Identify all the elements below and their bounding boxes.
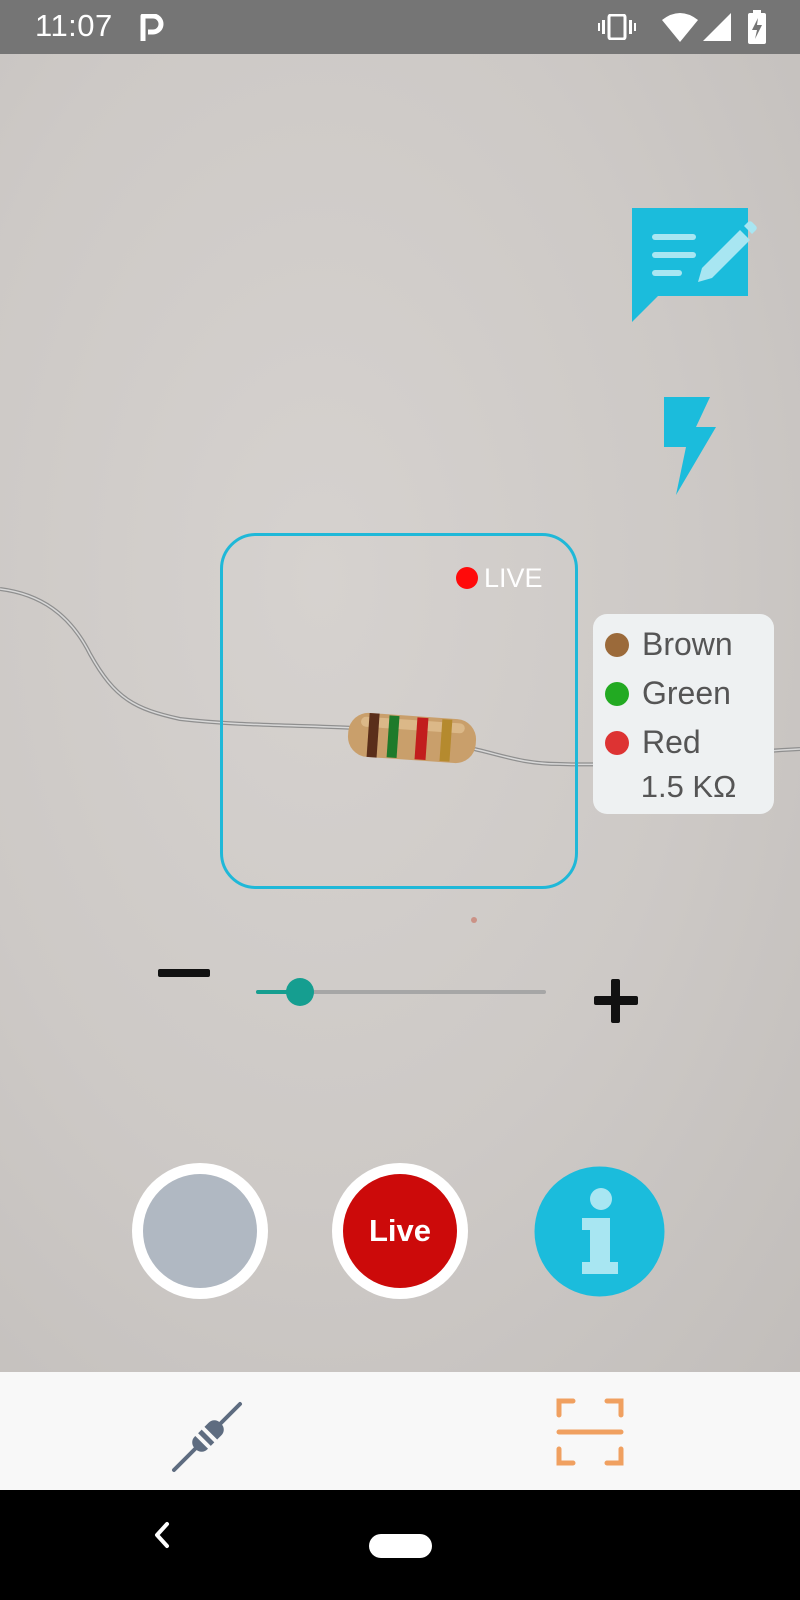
band-name: Red xyxy=(642,724,701,760)
system-nav-bar xyxy=(0,1490,800,1600)
wifi-icon xyxy=(662,13,698,42)
scan-frame-icon xyxy=(556,1398,624,1466)
battery-charging-icon xyxy=(748,10,766,44)
flash-icon xyxy=(664,397,716,495)
resistance-value: 1.5 KΩ xyxy=(640,769,737,804)
band-row: Brown xyxy=(593,620,774,669)
live-indicator: LIVE xyxy=(456,561,543,595)
vibrate-icon xyxy=(598,14,636,40)
home-pill[interactable] xyxy=(369,1534,432,1558)
band-color-dot xyxy=(605,681,629,706)
flash-button[interactable] xyxy=(660,397,720,495)
nav-scan-tab[interactable] xyxy=(556,1398,624,1466)
status-time: 11:07 xyxy=(35,8,113,43)
zoom-slider[interactable] xyxy=(256,978,546,1006)
live-button-label: Live xyxy=(343,1174,457,1288)
zoom-out-button[interactable] xyxy=(158,969,210,977)
band-color-dot xyxy=(605,632,629,657)
plus-icon-stem xyxy=(611,979,620,1023)
live-indicator-label: LIVE xyxy=(484,562,543,593)
live-button[interactable]: Live xyxy=(332,1163,468,1299)
status-bar: 11:07 xyxy=(0,0,800,54)
gallery-button[interactable] xyxy=(132,1163,268,1299)
band-name: Brown xyxy=(642,626,733,662)
resistor-icon xyxy=(172,1402,242,1472)
nav-resistor-tab[interactable] xyxy=(168,1396,248,1476)
bottom-nav xyxy=(0,1372,800,1490)
back-icon[interactable] xyxy=(152,1520,172,1550)
notes-button[interactable] xyxy=(628,204,762,328)
band-row: Red xyxy=(593,718,774,767)
gallery-thumbnail xyxy=(143,1174,257,1288)
parking-p-icon xyxy=(140,14,164,41)
cell-signal-icon xyxy=(703,13,731,41)
band-name: Green xyxy=(642,675,731,711)
camera-preview[interactable]: LIVE Brown Green Red 1.5 KΩ Live xyxy=(0,54,800,1372)
zoom-slider-thumb[interactable] xyxy=(285,978,314,1006)
band-color-dot xyxy=(605,730,629,755)
comment-edit-icon xyxy=(632,208,757,322)
zoom-in-button[interactable] xyxy=(591,976,641,1026)
band-row: Green xyxy=(593,669,774,718)
live-dot xyxy=(456,567,478,589)
info-icon xyxy=(534,1166,665,1297)
info-button[interactable] xyxy=(534,1166,665,1297)
result-card: Brown Green Red 1.5 KΩ xyxy=(593,614,774,814)
